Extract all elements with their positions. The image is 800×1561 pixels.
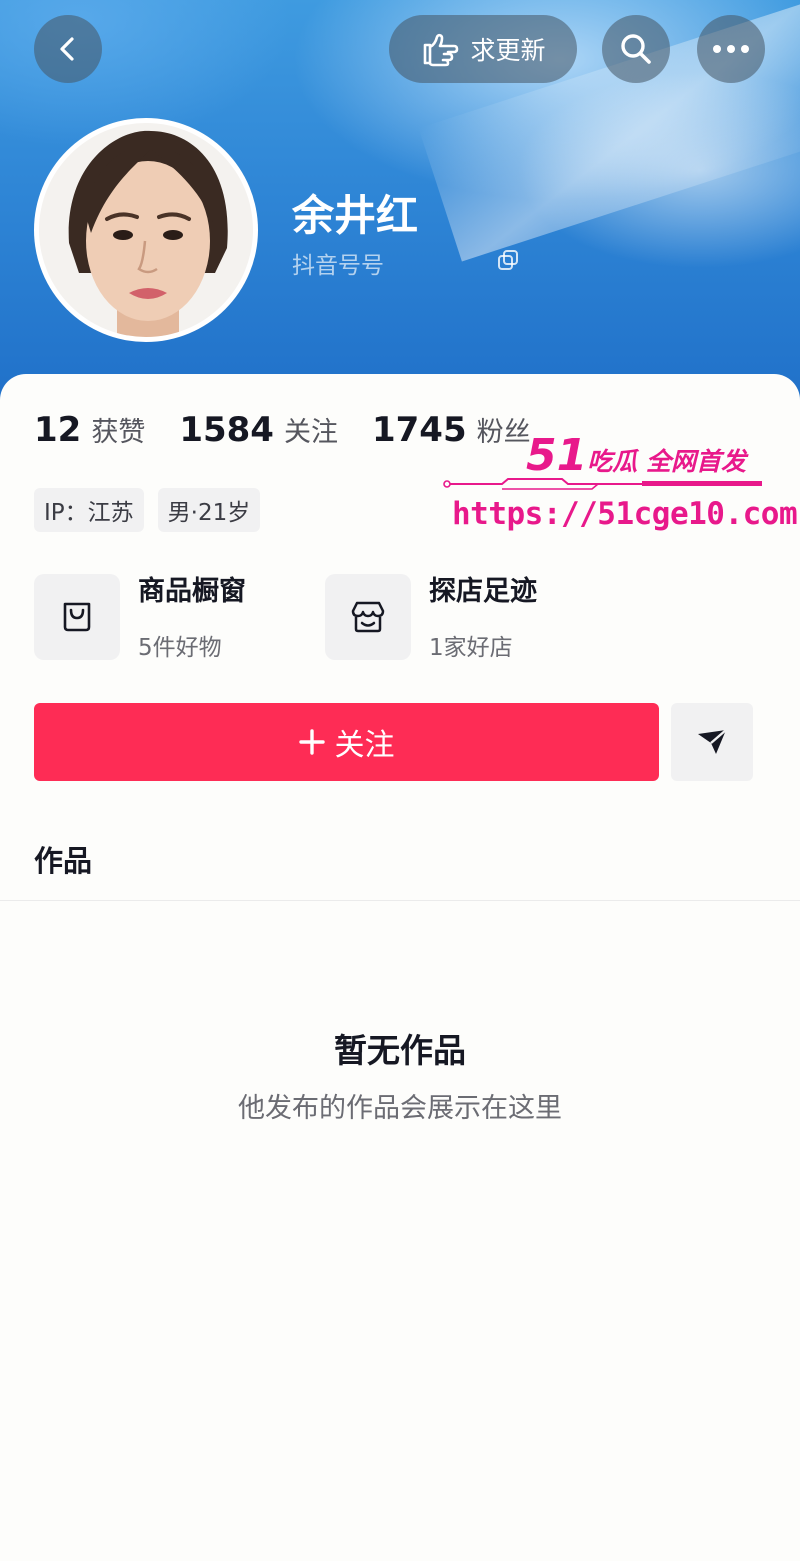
follow-label: 关注	[334, 728, 395, 763]
tab-divider	[0, 900, 800, 901]
back-button[interactable]	[34, 15, 102, 83]
message-button[interactable]	[671, 703, 753, 781]
shop-visits-icon-box	[325, 574, 411, 660]
request-update-hand-icon	[424, 33, 459, 67]
search-button[interactable]	[602, 15, 670, 83]
tab-works[interactable]: 作品	[34, 838, 92, 880]
watermark-url: https://51cge10.com	[452, 496, 798, 532]
store-icon	[351, 601, 385, 633]
stat-value: 12	[34, 410, 82, 450]
profile-card	[0, 374, 800, 1561]
product-showcase-entry[interactable]: 商品橱窗 5件好物	[34, 574, 246, 662]
watermark-brand-text: 吃瓜 全网首发	[587, 447, 746, 476]
stat-following[interactable]: 1584 关注	[179, 410, 338, 450]
request-update-button[interactable]: 求更新	[389, 15, 577, 83]
watermark: 51吃瓜 全网首发 https://51cge10.com	[442, 430, 798, 545]
follow-button[interactable]: 关注	[34, 703, 659, 781]
empty-state-title: 暂无作品	[334, 1031, 466, 1070]
plus-icon	[298, 729, 325, 755]
watermark-brand-number: 51	[526, 430, 588, 481]
back-icon	[60, 37, 74, 61]
profile-handle: 抖音号号	[292, 253, 384, 279]
product-showcase-count: 5件好物	[138, 635, 222, 661]
search-icon	[621, 34, 651, 64]
copy-icon[interactable]	[497, 249, 519, 271]
shop-visits-entry[interactable]: 探店足迹 1家好店	[325, 574, 537, 662]
stat-likes[interactable]: 12 获赞	[34, 410, 145, 450]
shop-visits-count: 1家好店	[429, 635, 513, 661]
watermark-brand: 51吃瓜 全网首发	[526, 430, 746, 481]
avatar[interactable]	[34, 118, 258, 342]
watermark-circuit-line	[443, 478, 762, 490]
shopping-bag-icon	[63, 602, 91, 632]
ip-location-tag: IP：江苏	[34, 488, 144, 532]
avatar-photo	[39, 123, 253, 337]
profile-tags: IP：江苏 男·21岁	[34, 488, 261, 532]
send-icon	[698, 729, 727, 754]
stat-label: 关注	[283, 417, 338, 448]
more-button[interactable]	[697, 15, 765, 83]
more-icon	[713, 45, 749, 53]
stat-value: 1584	[179, 410, 274, 450]
product-showcase-title: 商品橱窗	[138, 576, 246, 607]
profile-name: 余井红	[292, 191, 419, 240]
stat-label: 获赞	[91, 417, 146, 448]
gender-age-tag: 男·21岁	[157, 488, 261, 532]
product-showcase-icon-box	[34, 574, 120, 660]
empty-state-subtitle: 他发布的作品会展示在这里	[238, 1093, 562, 1124]
request-update-label: 求更新	[470, 36, 546, 65]
shop-visits-title: 探店足迹	[429, 576, 537, 607]
